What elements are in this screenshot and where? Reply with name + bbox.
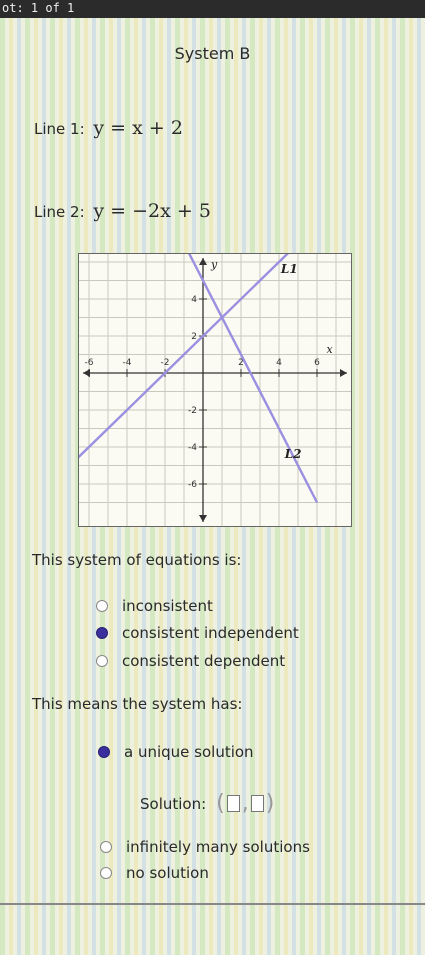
y-tick-label: -4 — [188, 443, 197, 453]
line2-label: Line 2: — [34, 203, 85, 221]
radio-inconsistent[interactable] — [96, 600, 108, 612]
question1-prompt: This system of equations is: — [32, 551, 242, 569]
option-no-solution-label: no solution — [126, 864, 209, 882]
y-axis-arrow-down — [199, 515, 207, 522]
y-tick-label: -2 — [188, 406, 197, 416]
x-axis-label: x — [327, 343, 334, 356]
x-tick-label: -4 — [123, 358, 132, 368]
option-consistent-independent-label: consistent independent — [122, 624, 299, 642]
question2-prompt: This means the system has: — [32, 695, 243, 713]
option-consistent-dependent[interactable]: consistent dependent — [96, 652, 285, 670]
y-tick-label: 4 — [191, 295, 197, 305]
graph-svg: -6 -4 -2 2 4 642-2-4-6xy L1L2 — [79, 254, 351, 526]
line2-equation: y = −2x + 5 — [93, 200, 211, 222]
y-tick-label: -6 — [188, 480, 197, 490]
radio-consistent-dependent[interactable] — [96, 655, 108, 667]
x-tick-label: -6 — [85, 358, 94, 368]
y-tick-label: 2 — [191, 332, 197, 342]
option-inconsistent[interactable]: inconsistent — [96, 597, 213, 615]
top-bar: ot: 1 of 1 — [0, 0, 425, 18]
system-title: System B — [174, 44, 251, 63]
page-indicator: ot: 1 of 1 — [2, 1, 75, 15]
x-tick-label: -2 — [161, 358, 170, 368]
radio-unique-solution[interactable] — [98, 746, 110, 758]
x-tick-label: 6 — [314, 358, 320, 368]
y-axis-label: y — [210, 258, 218, 271]
option-inconsistent-label: inconsistent — [122, 597, 213, 615]
line1-row: Line 1: y = x + 2 — [34, 117, 183, 139]
coordinate-graph: -6 -4 -2 2 4 6 4 2 -2 -4 -6 x y L1 L2 — [78, 253, 352, 527]
solution-x-input[interactable] — [226, 795, 240, 812]
radio-consistent-independent[interactable] — [96, 627, 108, 639]
option-consistent-dependent-label: consistent dependent — [122, 652, 286, 670]
line1-equation: y = x + 2 — [93, 117, 183, 139]
line2-row: Line 2: y = −2x + 5 — [34, 200, 211, 222]
option-infinitely-many-label: infinitely many solutions — [126, 838, 310, 856]
x-axis-arrow-right — [340, 369, 347, 377]
solution-row: Solution: (,) — [140, 791, 274, 816]
option-unique-solution-label: a unique solution — [124, 743, 254, 761]
x-tick-label: 4 — [276, 358, 282, 368]
line1-label: Line 1: — [34, 120, 85, 138]
line2-graph-label: L2 — [284, 447, 302, 461]
radio-infinitely-many[interactable] — [100, 841, 112, 853]
bottom-divider — [0, 903, 425, 905]
option-consistent-independent[interactable]: consistent independent — [96, 624, 299, 642]
radio-no-solution[interactable] — [100, 867, 112, 879]
solution-point-input: (,) — [216, 791, 275, 816]
option-no-solution[interactable]: no solution — [100, 864, 209, 882]
line1-graph-label: L1 — [280, 262, 298, 276]
option-infinitely-many[interactable]: infinitely many solutions — [100, 838, 310, 856]
solution-y-input[interactable] — [250, 795, 264, 812]
option-unique-solution[interactable]: a unique solution — [98, 743, 254, 761]
solution-label: Solution: — [140, 794, 207, 813]
